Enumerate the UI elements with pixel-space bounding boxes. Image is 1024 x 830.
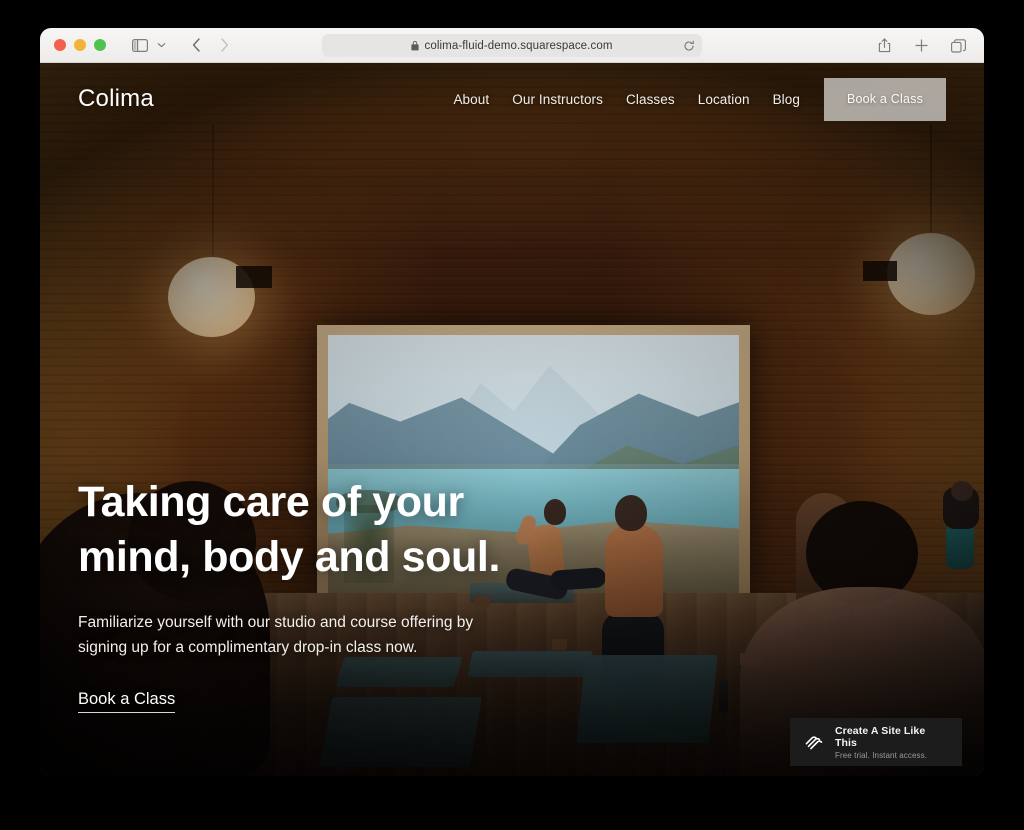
nav-link-location[interactable]: Location [698, 92, 750, 107]
window-controls [54, 39, 106, 51]
sidebar-toggle-icon[interactable] [128, 33, 152, 57]
tab-overview-icon[interactable] [946, 34, 970, 58]
hero-heading: Taking care of your mind, body and soul. [78, 478, 501, 582]
share-icon[interactable] [872, 34, 896, 58]
toolbar-right-controls [872, 28, 970, 63]
badge-title: Create A Site Like This [835, 724, 926, 749]
book-a-class-button[interactable]: Book a Class [824, 77, 946, 121]
badge-text: Create A Site Like This Free trial. Inst… [835, 725, 950, 760]
address-bar[interactable]: colima-fluid-demo.squarespace.com [322, 34, 702, 57]
browser-toolbar: colima-fluid-demo.squarespace.com [40, 28, 984, 63]
plus-icon[interactable] [909, 34, 933, 58]
nav-link-our-instructors[interactable]: Our Instructors [512, 92, 603, 107]
browser-window: colima-fluid-demo.squarespace.com Colima… [40, 28, 984, 776]
hero-book-a-class-link[interactable]: Book a Class [78, 690, 176, 714]
close-window-button[interactable] [54, 39, 66, 51]
nav-link-about[interactable]: About [453, 92, 489, 107]
maximize-window-button[interactable] [94, 39, 106, 51]
lock-icon [411, 40, 420, 51]
forward-button[interactable] [212, 33, 236, 57]
toolbar-left-controls [106, 33, 236, 57]
chevron-down-icon[interactable] [152, 33, 170, 57]
minimize-window-button[interactable] [74, 39, 86, 51]
url-text: colima-fluid-demo.squarespace.com [424, 39, 613, 52]
hero-content: Taking care of your mind, body and soul.… [78, 475, 548, 714]
nav-link-classes[interactable]: Classes [626, 92, 675, 107]
reload-icon[interactable] [683, 40, 695, 52]
squarespace-logo-icon [802, 731, 825, 754]
back-button[interactable] [184, 33, 208, 57]
nav-links: About Our Instructors Classes Location B… [453, 92, 800, 107]
page-viewport: Colima About Our Instructors Classes Loc… [40, 63, 984, 776]
site-navigation-bar: Colima About Our Instructors Classes Loc… [40, 63, 984, 135]
hero-subtext: Familiarize yourself with our studio and… [78, 614, 474, 657]
badge-subtitle: Free trial. Instant access. [835, 750, 928, 760]
squarespace-promo-badge[interactable]: Create A Site Like This Free trial. Inst… [790, 718, 962, 766]
site-logo[interactable]: Colima [78, 85, 154, 113]
nav-link-blog[interactable]: Blog [773, 92, 800, 107]
